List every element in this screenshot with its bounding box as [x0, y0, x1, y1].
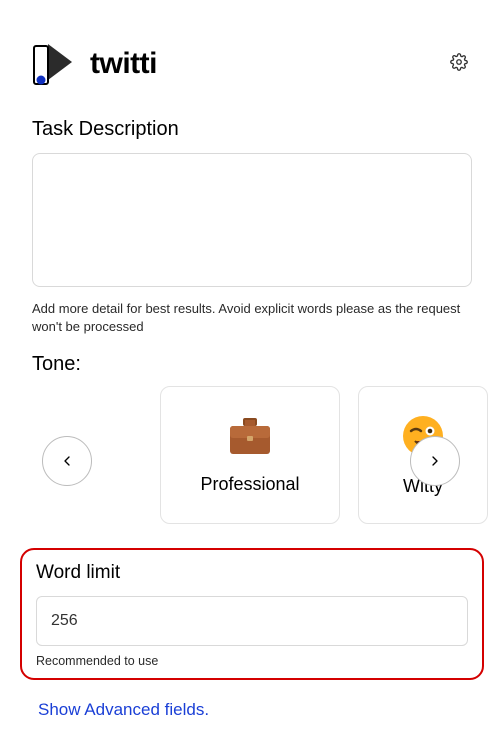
brand-logo: twitti [32, 40, 157, 88]
word-limit-section: Word limit Recommended to use [20, 548, 484, 680]
word-limit-hint: Recommended to use [36, 654, 468, 668]
tone-next-button[interactable] [410, 436, 460, 486]
briefcase-icon [228, 416, 272, 456]
tone-label: Tone: [32, 353, 472, 376]
word-limit-input[interactable] [36, 596, 468, 646]
word-limit-label: Word limit [36, 562, 468, 584]
tone-prev-button[interactable] [42, 436, 92, 486]
gear-icon [450, 53, 468, 71]
task-description-input[interactable] [32, 153, 472, 287]
task-description-label: Task Description [32, 118, 472, 141]
brand-name: twitti [90, 47, 157, 81]
tone-carousel: Professional Witty [0, 386, 504, 536]
tone-option-label: Professional [200, 474, 299, 495]
settings-button[interactable] [446, 49, 472, 80]
logo-icon [32, 40, 80, 88]
show-advanced-link[interactable]: Show Advanced fields. [38, 700, 209, 720]
task-description-hint: Add more detail for best results. Avoid … [32, 300, 472, 335]
chevron-left-icon [59, 453, 75, 469]
chevron-right-icon [427, 453, 443, 469]
tone-option-professional[interactable]: Professional [160, 386, 340, 524]
